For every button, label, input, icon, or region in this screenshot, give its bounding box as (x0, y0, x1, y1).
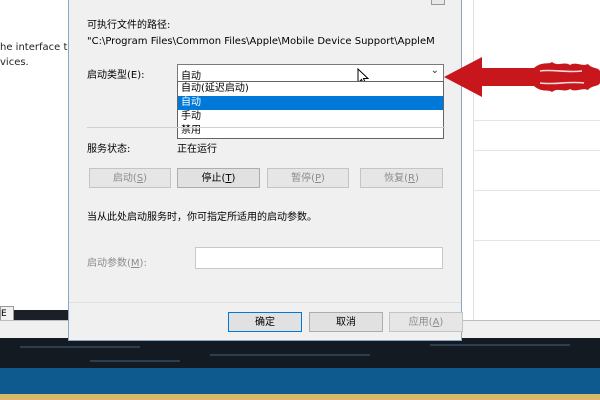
section-divider (87, 127, 445, 128)
start-params-hint: 当从此处启动服务时，你可指定所适用的启动参数。 (87, 212, 317, 223)
start-params-input[interactable] (195, 247, 443, 269)
pause-paren: ) (321, 173, 325, 184)
dropdown-option-automatic[interactable]: 自动 (178, 96, 443, 110)
background-divider (473, 0, 474, 325)
resume-button[interactable]: 恢复(R) (360, 168, 443, 188)
startup-type-select[interactable]: 自动 ⌄ (177, 64, 444, 82)
stop-button-label: 停止( (201, 173, 226, 184)
startup-type-label: 启动类型(E): (87, 70, 145, 81)
background-row-line (473, 190, 600, 191)
start-params-label-text: 启动参数( (87, 258, 131, 269)
red-arrow-annotation-icon (444, 57, 600, 97)
cancel-button[interactable]: 取消 (309, 312, 383, 332)
resume-accelerator: R (408, 173, 415, 184)
background-window-right (460, 0, 600, 325)
apply-button-label: 应用( (408, 317, 433, 328)
start-button[interactable]: 启动(S) (89, 168, 171, 188)
dropdown-option-delayed[interactable]: 自动(延迟启动) (178, 82, 443, 96)
background-description: he interface to vices. (0, 40, 74, 70)
pause-button-label: 暂停( (291, 173, 315, 184)
service-status-value: 正在运行 (177, 144, 217, 155)
background-row-line (473, 120, 600, 121)
start-paren: ) (143, 173, 148, 184)
path-value: "C:\Program Files\Common Files\Apple\Mob… (87, 36, 435, 47)
apply-suffix: ) (439, 317, 444, 328)
dropdown-option-manual[interactable]: 手动 (178, 110, 443, 124)
footer-divider (69, 302, 461, 303)
stop-button[interactable]: 停止(T) (177, 168, 260, 188)
desktop-wallpaper (0, 338, 600, 368)
pause-button[interactable]: 暂停(P) (267, 168, 349, 188)
service-status-label: 服务状态: (87, 144, 131, 155)
start-params-accelerator: M (130, 258, 140, 269)
service-properties-dialog: 可执行文件的路径: "C:\Program Files\Common Files… (68, 0, 463, 341)
startup-type-dropdown: 自动(延迟启动) 自动 手动 禁用 (177, 81, 444, 139)
apply-button[interactable]: 应用(A) (389, 312, 463, 332)
taskbar-band (0, 368, 600, 400)
background-row-line (473, 150, 600, 151)
ok-button[interactable]: 确定 (228, 312, 302, 332)
start-params-suffix: ): (139, 258, 147, 269)
start-button-label: 启动( (112, 173, 137, 184)
help-button[interactable] (431, 0, 445, 5)
taskbar-accent (0, 394, 600, 400)
background-row-line (473, 240, 600, 241)
stop-paren: ) (231, 173, 236, 184)
background-text-line-2: vices. (0, 57, 29, 68)
start-params-label: 启动参数(M): (87, 254, 147, 269)
path-label: 可执行文件的路径: (87, 20, 171, 31)
chevron-down-icon[interactable]: ⌄ (431, 65, 439, 76)
background-text-line-1: he interface to (0, 42, 74, 53)
resume-button-label: 恢复( (384, 173, 409, 184)
startup-type-value: 自动 (181, 71, 201, 82)
resume-paren: ) (414, 173, 419, 184)
